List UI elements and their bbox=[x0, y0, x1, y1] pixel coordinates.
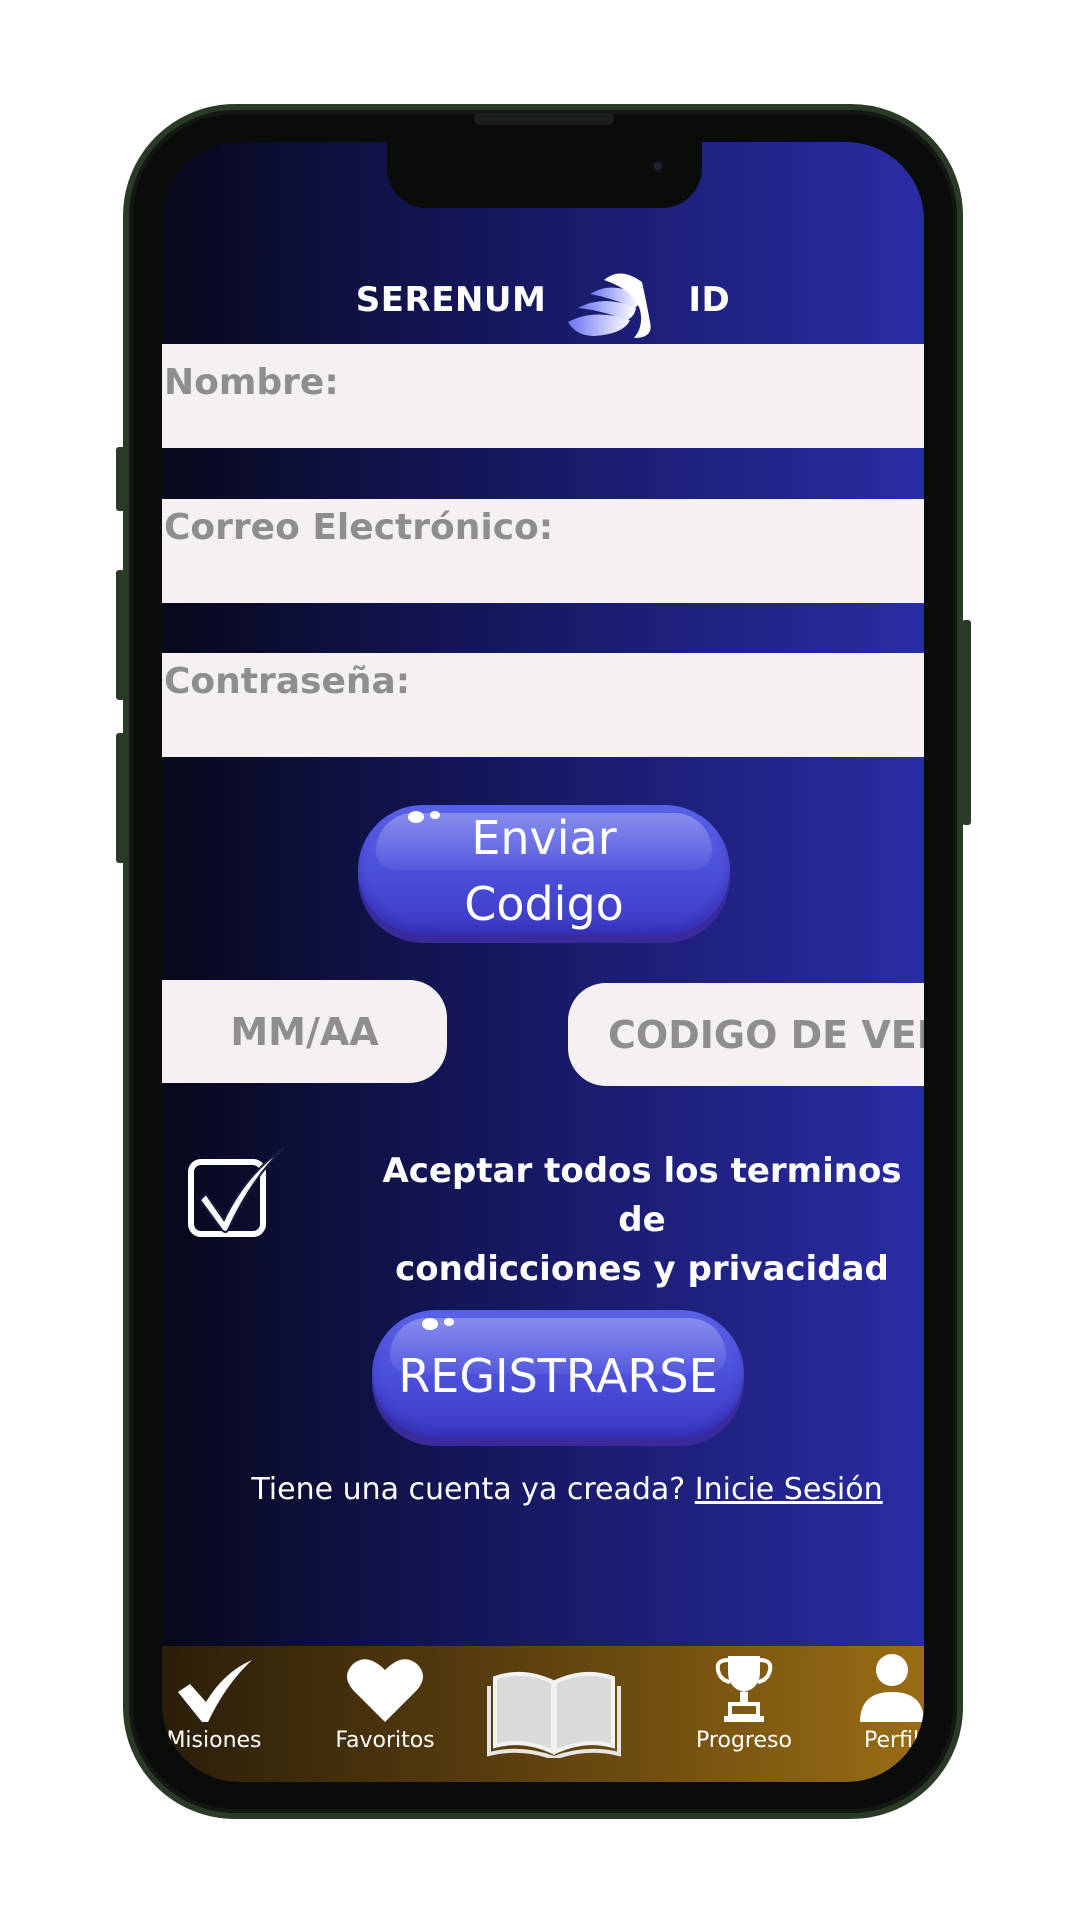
nav-item-progress[interactable]: Progreso bbox=[682, 1652, 806, 1753]
nav-item-profile[interactable]: Perfil bbox=[858, 1652, 924, 1753]
phone-mute-switch bbox=[116, 447, 125, 511]
brand-name: SERENUM bbox=[355, 280, 547, 320]
checkmark-icon bbox=[178, 1660, 252, 1722]
login-link[interactable]: Inicie Sesión bbox=[695, 1472, 883, 1507]
password-field[interactable]: Contraseña: bbox=[162, 653, 924, 757]
have-account-text: Tiene una cuenta ya creada? bbox=[251, 1472, 695, 1507]
brand-header: SERENUM ID bbox=[162, 260, 924, 340]
terms-text: Aceptar todos los terminos de condiccion… bbox=[362, 1147, 922, 1294]
nav-item-library[interactable] bbox=[484, 1668, 624, 1762]
name-field[interactable]: Nombre: bbox=[162, 344, 924, 448]
send-code-button[interactable]: Enviar Codigo bbox=[358, 805, 730, 935]
send-code-line2: Codigo bbox=[464, 877, 624, 931]
send-code-line1: Enviar bbox=[471, 811, 617, 865]
notch bbox=[387, 142, 702, 208]
expiry-date-placeholder: MM/AA bbox=[230, 1009, 379, 1054]
nav-item-favorites[interactable]: Favoritos bbox=[320, 1656, 450, 1753]
nav-label-missions: Misiones bbox=[166, 1728, 262, 1753]
terms-line2: condicciones y privacidad bbox=[395, 1249, 889, 1289]
name-field-label: Nombre: bbox=[164, 362, 339, 403]
verification-code-field[interactable]: CODIGO DE VER. bbox=[568, 983, 924, 1086]
trophy-icon bbox=[715, 1656, 773, 1722]
terms-checkbox[interactable] bbox=[186, 1144, 290, 1244]
password-field-label: Contraseña: bbox=[164, 661, 411, 702]
register-button[interactable]: REGISTRARSE bbox=[372, 1310, 744, 1438]
phone-screen: SERENUM ID Nombre: Correo Electrónico: C… bbox=[162, 142, 924, 1782]
user-icon bbox=[860, 1654, 924, 1722]
nav-label-favorites: Favoritos bbox=[335, 1728, 435, 1753]
phone-volume-up bbox=[116, 570, 125, 700]
nav-label-progress: Progreso bbox=[696, 1728, 792, 1753]
register-label: REGISTRARSE bbox=[398, 1349, 718, 1403]
expiry-date-field[interactable]: MM/AA bbox=[162, 980, 447, 1083]
camera-icon bbox=[651, 159, 665, 173]
phone-power-button bbox=[962, 620, 971, 825]
phone-volume-down bbox=[116, 733, 125, 863]
verification-code-placeholder: CODIGO DE VER. bbox=[608, 1012, 924, 1057]
nav-item-missions[interactable]: Misiones bbox=[162, 1658, 294, 1753]
bottom-nav: Misiones Favoritos Progreso Perfil bbox=[162, 1646, 924, 1782]
heart-icon bbox=[347, 1659, 423, 1722]
email-field-label: Correo Electrónico: bbox=[164, 507, 554, 548]
nav-label-profile: Perfil bbox=[864, 1728, 920, 1753]
wing-logo-icon bbox=[568, 273, 651, 338]
phone-speaker bbox=[474, 113, 614, 125]
have-account-line: Tiene una cuenta ya creada? Inicie Sesió… bbox=[162, 1472, 924, 1507]
terms-line1: Aceptar todos los terminos de bbox=[382, 1151, 902, 1240]
email-field[interactable]: Correo Electrónico: bbox=[162, 499, 924, 603]
book-icon bbox=[487, 1671, 621, 1758]
brand-id: ID bbox=[688, 280, 731, 320]
